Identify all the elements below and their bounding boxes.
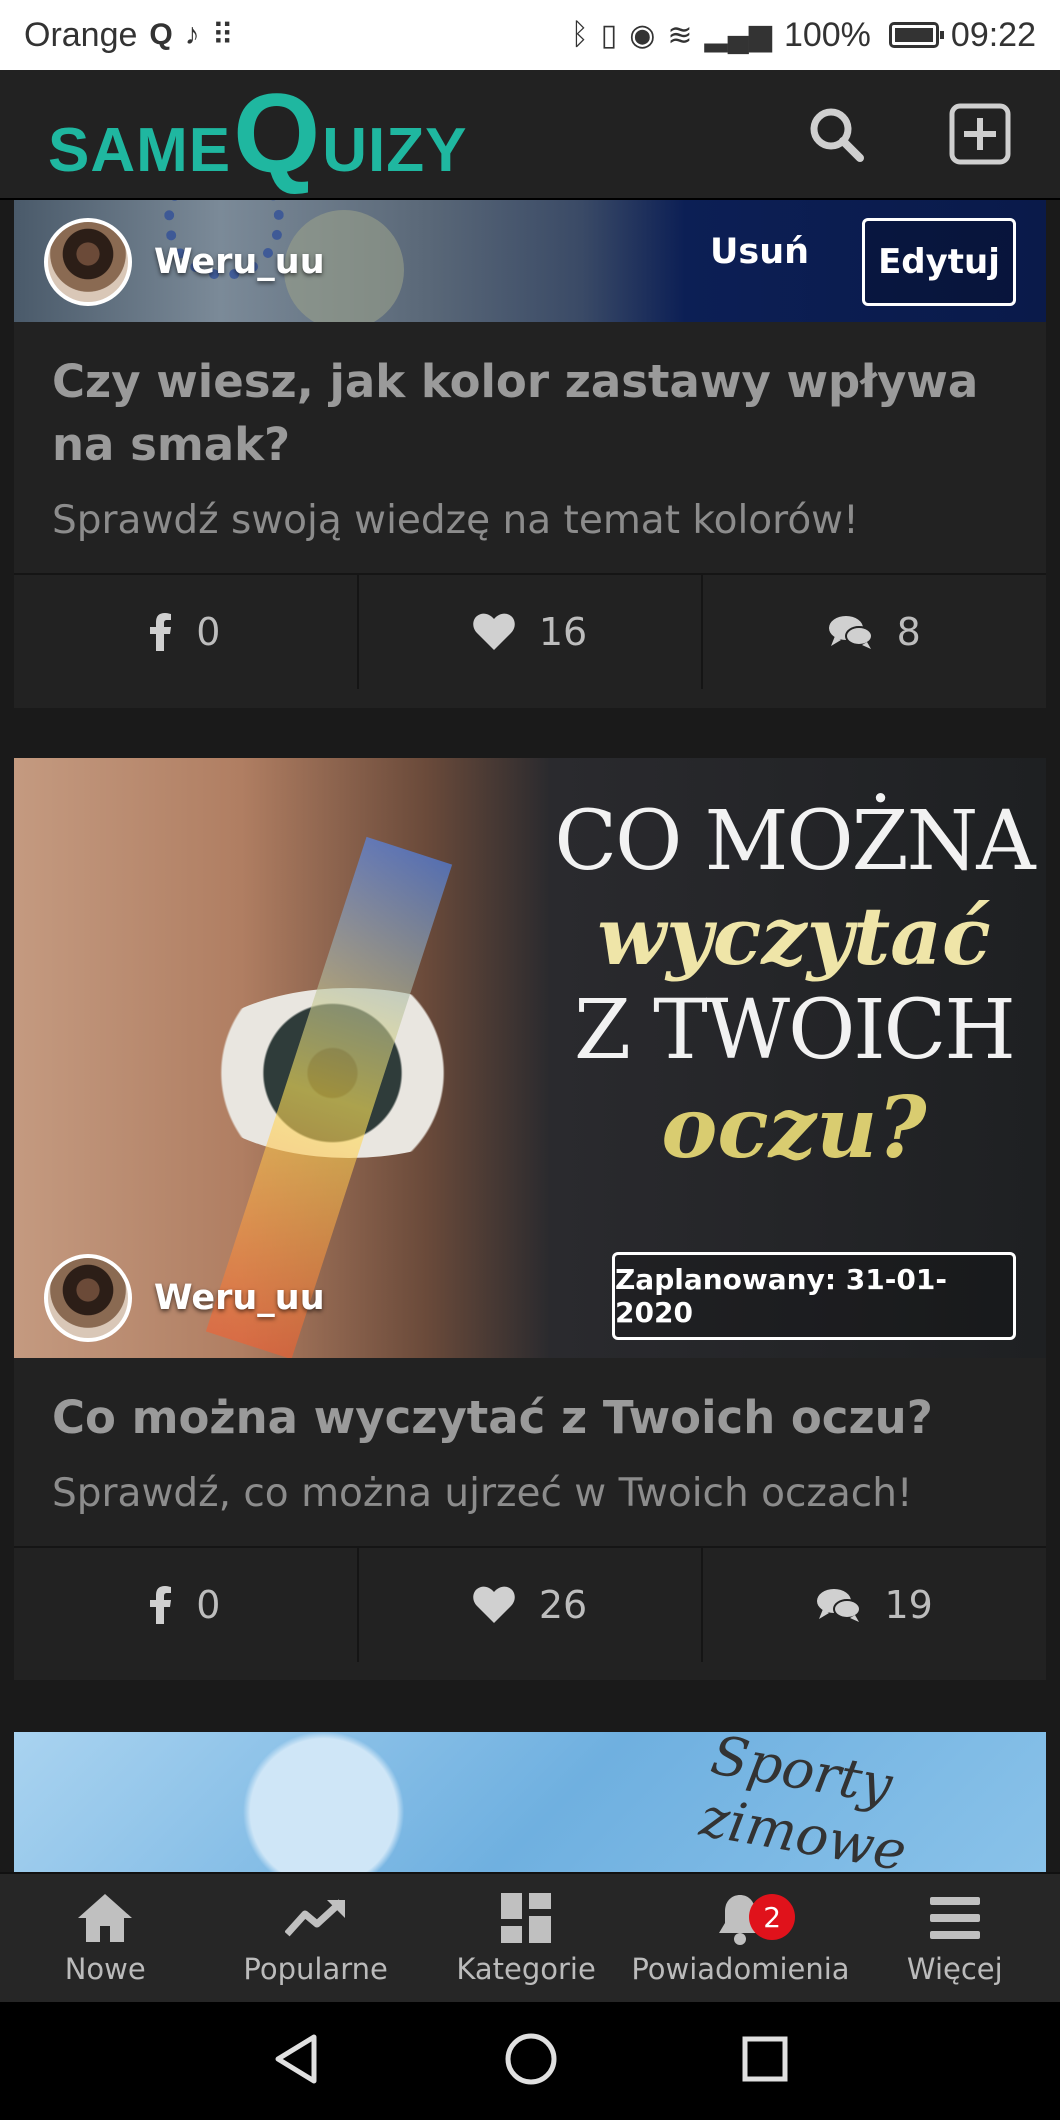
system-navigation [0,2002,1060,2120]
author[interactable]: Weru_uu [44,1254,325,1342]
comments-count: 8 [896,610,921,654]
facebook-share[interactable]: 0 [14,1548,357,1662]
avatar [44,1254,132,1342]
status-bar: Orange Q ♪ ⠿ ᛒ ▯ ◉ ≋ ▂▄▆ 100% 09:22 [0,0,1060,70]
heart-icon [473,1586,515,1624]
banner-line3: Z TWOICH [574,983,1016,1078]
author[interactable]: Weru_uu [44,218,325,306]
nav-label: Powiadomienia [631,1952,850,1986]
nav-label: Nowe [64,1952,146,1986]
avatar [44,218,132,306]
quiz-banner[interactable]: Weru_uu Usuń Edytuj [14,200,1046,322]
comments-button[interactable]: 19 [701,1548,1046,1662]
logo-uizy: UIZY [322,115,468,185]
banner-script-text: Sporty zimowe [695,1732,912,1872]
comments-icon [816,1587,861,1623]
grid-icon [501,1890,552,1946]
author-name: Weru_uu [154,1278,325,1318]
quiz-card[interactable]: Sporty zimowe [14,1732,1046,1872]
carrier-name: Orange [24,15,138,54]
eye-comfort-icon: ◉ [629,18,656,52]
battery-percent: 100% [783,15,871,54]
notification-badge: 2 [749,1894,796,1940]
vibrate-icon: ▯ [600,18,618,52]
home-circle-icon [505,2033,557,2085]
menu-icon [929,1890,980,1946]
logo-same: SAME [48,115,232,185]
nav-label: Popularne [243,1952,388,1986]
facebook-icon [150,1586,172,1624]
quiz-subtitle: Sprawdź swoją wiedzę na temat kolorów! [52,498,859,543]
bottom-navigation: Nowe Popularne Kategorie 2 Powiadomienia… [0,1872,1060,2002]
recents-icon [742,2036,788,2082]
heart-icon [473,613,515,651]
nav-popular[interactable]: Popularne [210,1874,420,2002]
scheduled-badge: Zaplanowany: 31-01-2020 [612,1252,1016,1340]
nav-label: Więcej [906,1952,1003,1986]
clock: 09:22 [950,15,1036,54]
nav-more[interactable]: Więcej [850,1874,1060,2002]
search-icon [810,108,864,162]
delete-button[interactable]: Usuń [710,232,809,272]
quiz-stats: 0 16 8 [14,573,1046,689]
quiz-title[interactable]: Czy wiesz, jak kolor zastawy wpływa na s… [14,322,1046,476]
banner-line1: CO MOŻNA [554,794,1035,889]
facebook-count: 0 [196,610,221,654]
edit-button[interactable]: Edytuj [862,218,1016,306]
battery-icon [888,22,944,48]
tiktok-icon: ♪ [184,18,200,51]
facebook-count: 0 [196,1583,221,1627]
author-name: Weru_uu [154,242,325,282]
like-button[interactable]: 26 [356,1548,702,1662]
quiz-card[interactable]: Weru_uu Usuń Edytuj Czy wiesz, jak kolor… [14,200,1046,708]
quiz-banner[interactable]: CO MOŻNA wyczytać Z TWOICH oczu? Weru_uu… [14,758,1046,1358]
wifi-icon: ≋ [667,18,693,52]
quiz-title[interactable]: Co można wyczytać z Twoich oczu? [14,1358,1046,1449]
comments-icon [828,614,873,650]
comments-button[interactable]: 8 [701,575,1046,689]
search-button[interactable] [804,102,868,166]
banner-text: CO MOŻNA wyczytać Z TWOICH oczu? [554,794,1035,1177]
likes-count: 16 [538,610,588,654]
home-button[interactable] [504,2032,558,2090]
create-quiz-button[interactable] [948,102,1012,166]
banner-line2: wyczytać [597,889,991,983]
banner-line4: oczu? [661,1078,927,1177]
bluetooth-icon: ᛒ [570,18,589,51]
facebook-share[interactable]: 0 [14,575,357,689]
nav-label: Kategorie [456,1952,596,1986]
home-icon [76,1890,134,1946]
likes-count: 26 [538,1583,588,1627]
back-button[interactable] [272,2033,320,2089]
comments-count: 19 [884,1583,933,1627]
quiz-card[interactable]: CO MOŻNA wyczytać Z TWOICH oczu? Weru_uu… [14,758,1046,1680]
signal-data-icon: ⠿ [211,18,234,52]
like-button[interactable]: 16 [356,575,702,689]
add-square-icon [949,103,1011,165]
quiz-app-icon: Q [149,18,173,51]
logo-q: Q [233,71,321,197]
app-header: SAME Q UIZY [0,70,1060,200]
quiz-banner[interactable]: Sporty zimowe [14,1732,1046,1872]
cell-signal-icon: ▂▄▆ [704,18,772,52]
nav-categories[interactable]: Kategorie [421,1874,631,2002]
quiz-subtitle: Sprawdź, co można ujrzeć w Twoich oczach… [52,1471,913,1516]
nav-notifications[interactable]: 2 Powiadomienia [631,1874,850,2002]
samequizy-logo[interactable]: SAME Q UIZY [48,71,468,197]
nav-new[interactable]: Nowe [0,1874,210,2002]
back-icon [275,2034,317,2084]
trending-icon [284,1890,347,1946]
quiz-feed[interactable]: Weru_uu Usuń Edytuj Czy wiesz, jak kolor… [0,200,1060,1872]
quiz-stats: 0 26 19 [14,1546,1046,1662]
recents-button[interactable] [742,2036,788,2086]
facebook-icon [150,613,172,651]
